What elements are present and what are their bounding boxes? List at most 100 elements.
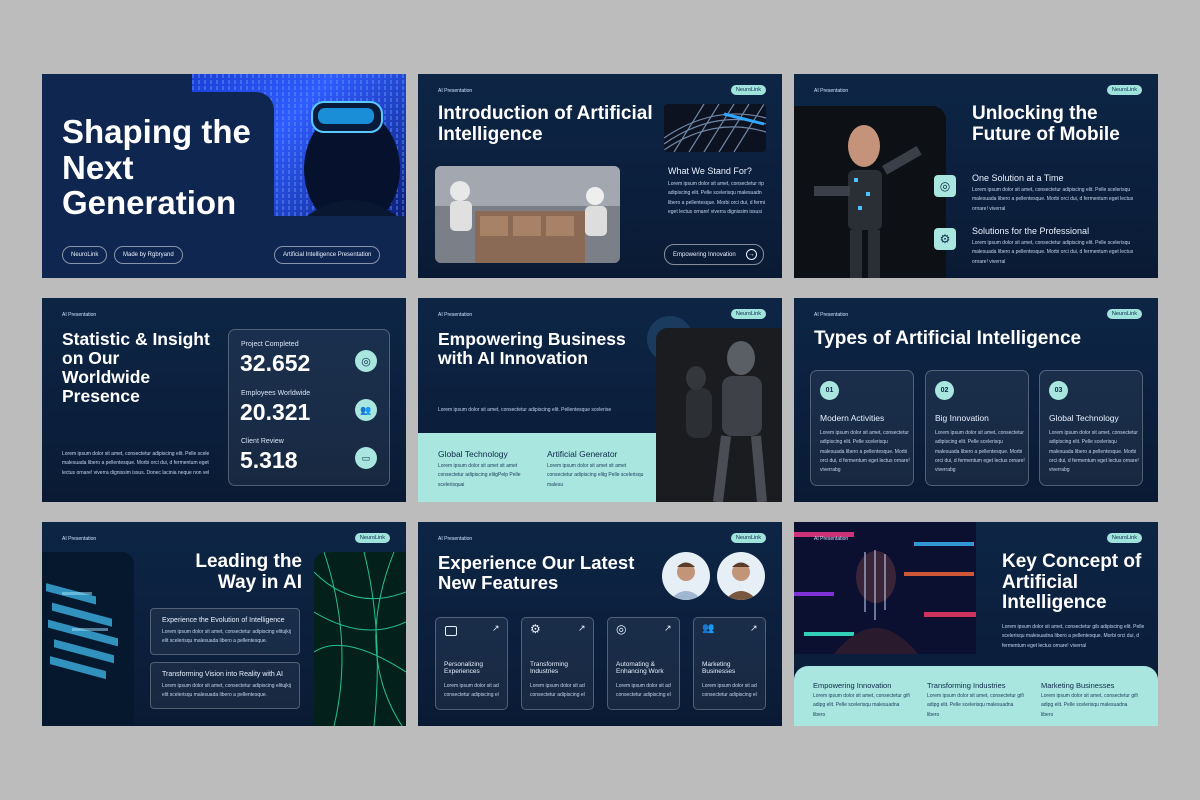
arrow-up-right-icon: ↗ — [750, 623, 758, 633]
chat-icon: ▭ — [355, 447, 377, 469]
card-number: 02 — [935, 381, 954, 400]
slide-title: Unlocking the Future of Mobile — [972, 103, 1120, 145]
col2-title: Transforming Industries — [927, 681, 1006, 690]
item1-body: Lorem ipsum dolor sit amet, consectetur … — [972, 187, 1134, 212]
empowering-innovation-button[interactable]: Empowering Innovation → — [664, 244, 764, 265]
mesh-image — [664, 104, 766, 152]
slide-title: Types of Artificial Intelligence — [814, 328, 1082, 349]
brand-badge: NeuroLink — [354, 533, 390, 543]
feature-body: Lorem ipsum dolor sit ad consectetur adi… — [616, 683, 671, 699]
brand-badge: NeuroLink — [1106, 309, 1142, 319]
card-number: 01 — [820, 381, 839, 400]
concept-body: Lorem ipsum dolor sit amet, consectetur … — [1002, 624, 1145, 649]
brand-badge: NeuroLink — [730, 309, 766, 319]
card-title: Modern Activities — [820, 413, 885, 423]
subheading: What We Stand For? — [668, 166, 752, 176]
slide-tag: AI Presentation — [438, 536, 473, 542]
slide-tag: AI Presentation — [814, 312, 849, 318]
brand-badge: NeuroLink — [1106, 85, 1142, 95]
data-cubes-image — [42, 552, 134, 726]
arrow-up-right-icon: ↗ — [578, 623, 586, 633]
col1-title: Global Technology — [438, 449, 508, 459]
slide-tag: AI Presentation — [62, 536, 97, 542]
card-number: 03 — [1049, 381, 1068, 400]
stat1-label: Project Completed — [241, 341, 299, 348]
item2-body: Lorem ipsum dolor sit amet, consectetur … — [972, 240, 1134, 265]
stats-body: Lorem ipsum dolor sit amet, consectetur … — [62, 451, 210, 476]
slide-title: Key Concept of Artificial Intelligence — [1002, 551, 1142, 614]
slide-tag: AI Presentation — [438, 88, 473, 94]
col1-body: Lorem ipsum dolor sit amet, consectetur … — [813, 693, 910, 718]
card-body: Lorem ipsum dolor sit amet, consectetur … — [820, 430, 910, 473]
card-body: Lorem ipsum dolor sit amet, consectetur … — [1049, 430, 1139, 473]
feature-body: Lorem ipsum dolor sit ad consectetur adi… — [702, 683, 757, 699]
slide-leading-way[interactable]: AI Presentation NeuroLink Leading the Wa… — [42, 522, 406, 726]
button-label: Empowering Innovation — [673, 251, 736, 258]
box2-title: Transforming Vision into Reality with AI — [162, 671, 283, 678]
col3-body: Lorem ipsum dolor sit amet, consectetur … — [1041, 693, 1138, 718]
business-body: Lorem ipsum dolor sit amet, consectetur … — [438, 407, 612, 413]
col1-body: Lorem ipsum dolor sit amet sit amet cons… — [438, 463, 521, 488]
target-icon: ◎ — [355, 350, 377, 372]
robots-image — [435, 166, 620, 263]
stat2-value: 20.321 — [240, 399, 311, 425]
gear-icon: ⚙ — [934, 228, 956, 250]
col2-body: Lorem ipsum dolor sit amet, consectetur … — [927, 693, 1024, 718]
box1-title: Experience the Evolution of Intelligence — [162, 617, 285, 624]
slide-tag: AI Presentation — [62, 312, 97, 318]
card-title: Global Technology — [1049, 413, 1119, 423]
col2-body: Lorem ipsum dolor sit amet sit amet cons… — [547, 463, 644, 488]
slide-title: Empowering Business with AI Innovation — [438, 329, 626, 368]
col1-title: Empowering Innovation — [813, 681, 892, 690]
users-icon: 👥 — [702, 623, 715, 634]
slide-cover[interactable]: Shaping the Next Generation NeuroLink Ma… — [42, 74, 406, 278]
feature-title: Automating & Enhancing Work — [616, 661, 664, 676]
slide-title: Statistic & Insight on Our Worldwide Pre… — [62, 329, 210, 406]
intro-body: Lorem ipsum dolor sit amet, consectetur … — [668, 181, 765, 215]
slide-new-features[interactable]: AI Presentation NeuroLink Experience Our… — [418, 522, 782, 726]
box1-body: Lorem ipsum dolor sit amet, consectetur … — [162, 629, 291, 645]
box2-body: Lorem ipsum dolor sit amet, consectetur … — [162, 683, 291, 699]
arrow-up-right-icon: ↗ — [492, 623, 500, 633]
brand-badge: NeuroLink — [730, 533, 766, 543]
avatar — [717, 552, 765, 600]
feature-title: Transforming Industries — [530, 661, 569, 676]
slide-introduction[interactable]: AI Presentation NeuroLink Introduction o… — [418, 74, 782, 278]
feature-title: Personalizing Experiences — [444, 661, 484, 676]
slide-types-ai[interactable]: AI Presentation NeuroLink Types of Artif… — [794, 298, 1158, 502]
slide-statistics[interactable]: AI Presentation Statistic & Insight on O… — [42, 298, 406, 502]
chrome-robot-image — [656, 328, 782, 502]
cover-title: Shaping the Next Generation — [62, 113, 251, 222]
card-title: Big Innovation — [935, 413, 989, 423]
slide-title: Experience Our Latest New Features — [438, 552, 635, 593]
gear-icon: ⚙ — [530, 622, 541, 636]
stat2-label: Employees Worldwide — [241, 390, 311, 397]
arrow-up-right-icon: ↗ — [664, 623, 672, 633]
stat3-label: Client Review — [241, 438, 284, 445]
chat-icon — [445, 626, 457, 636]
slide-tag: AI Presentation — [438, 312, 473, 318]
slide-title: Introduction of Artificial Intelligence — [438, 103, 653, 145]
target-icon: ◎ — [616, 622, 627, 636]
feature-title: Marketing Businesses — [702, 661, 736, 676]
feature-body: Lorem ipsum dolor sit ad consectetur adi… — [530, 683, 585, 699]
slide-tag: AI Presentation — [814, 536, 849, 542]
brand-pill[interactable]: NeuroLink — [62, 246, 108, 264]
brand-badge: NeuroLink — [1106, 533, 1142, 543]
slide-empowering-business[interactable]: AI Presentation NeuroLink Empowering Bus… — [418, 298, 782, 502]
humanoid-robot-image — [794, 106, 946, 278]
avatar — [662, 552, 710, 600]
card-body: Lorem ipsum dolor sit amet, consectetur … — [935, 430, 1025, 473]
slide-future-mobile[interactable]: AI Presentation NeuroLink Unlocking the … — [794, 74, 1158, 278]
neural-strands-image — [314, 552, 406, 726]
item2-title: Solutions for the Professional — [972, 226, 1090, 236]
brand-badge: NeuroLink — [730, 85, 766, 95]
author-pill[interactable]: Made by Rgbryand — [114, 246, 183, 264]
slide-key-concept[interactable]: AI Presentation NeuroLink Key Concept of… — [794, 522, 1158, 726]
target-icon: ◎ — [934, 175, 956, 197]
arrow-right-icon: → — [745, 249, 757, 260]
topic-pill[interactable]: Artificial Intelligence Presentation — [274, 246, 381, 264]
users-icon: 👥 — [355, 399, 377, 421]
col3-title: Marketing Businesses — [1041, 681, 1115, 690]
col2-title: Artificial Generator — [547, 449, 618, 459]
